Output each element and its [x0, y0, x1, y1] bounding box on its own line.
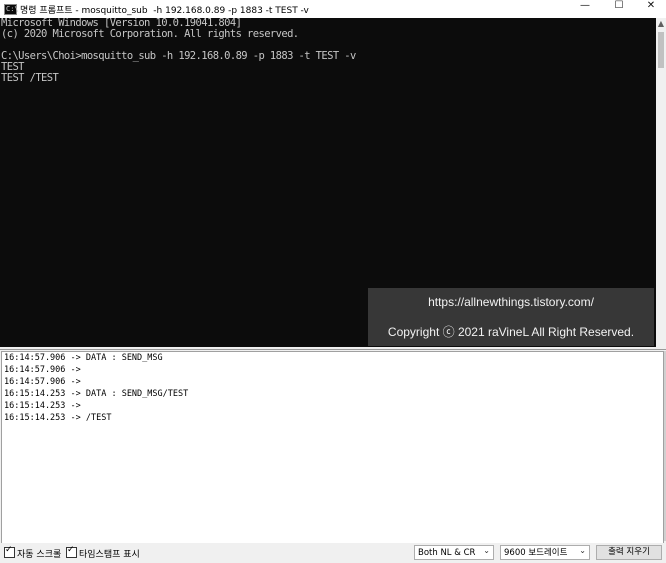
serial-output[interactable]: 16:14:57.906 -> DATA : SEND_MSG 16:14:57… [1, 351, 664, 544]
window-title: 명령 프롬프트 - mosquitto_sub -h 192.168.0.89 … [20, 6, 309, 16]
watermark-copyright: Copyright ⓒ 2021 raVineL All Right Reser… [387, 325, 635, 339]
line-ending-select[interactable]: Both NL & CR ⌄ [414, 545, 494, 560]
console-scrollbar[interactable]: ▲ [656, 18, 666, 347]
checkbox-checked-icon[interactable] [4, 545, 15, 558]
console-line: TEST [1, 61, 24, 73]
serial-line: 16:15:14.253 -> /TEST [4, 413, 112, 423]
console-line: C:\Users\Choi>mosquitto_sub -h 192.168.0… [1, 50, 356, 62]
checkbox-checked-icon[interactable] [66, 545, 77, 558]
serial-toolbar: 자동 스크롤 타임스탬프 표시 Both NL & CR ⌄ 9600 보드레이… [0, 543, 666, 562]
serial-line: 16:14:57.906 -> DATA : SEND_MSG [4, 353, 163, 363]
serial-line: 16:15:14.253 -> [4, 401, 81, 411]
scrollbar-thumb[interactable] [658, 32, 664, 68]
console-line: (c) 2020 Microsoft Corporation. All righ… [1, 28, 299, 40]
autoscroll-label: 자동 스크롤 [17, 550, 62, 560]
timestamp-checkbox[interactable]: 타임스탬프 표시 [66, 545, 140, 560]
watermark-url: https://allnewthings.tistory.com/ [428, 295, 594, 309]
console-line: TEST /TEST [1, 72, 59, 84]
scroll-up-icon[interactable]: ▲ [656, 18, 666, 30]
title-bar: C:\ 명령 프롬프트 - mosquitto_sub -h 192.168.0… [0, 0, 666, 19]
minimize-button[interactable]: — [570, 0, 600, 18]
serial-line: 16:14:57.906 -> [4, 365, 81, 375]
maximize-button[interactable]: ☐ [604, 0, 634, 18]
close-button[interactable]: ✕ [636, 0, 666, 18]
watermark: https://allnewthings.tistory.com/ Copyri… [368, 288, 654, 346]
serial-line: 16:14:57.906 -> [4, 377, 81, 387]
command-prompt-icon: C:\ [4, 4, 19, 15]
clear-output-button[interactable]: 출력 지우기 [596, 545, 662, 560]
baud-rate-value: 9600 보드레이트 [504, 548, 568, 558]
line-ending-value: Both NL & CR [418, 548, 476, 558]
baud-rate-select[interactable]: 9600 보드레이트 ⌄ [500, 545, 590, 560]
serial-line: 16:15:14.253 -> DATA : SEND_MSG/TEST [4, 389, 189, 399]
autoscroll-checkbox[interactable]: 자동 스크롤 [4, 545, 62, 560]
chevron-down-icon: ⌄ [483, 546, 490, 555]
chevron-down-icon: ⌄ [579, 546, 586, 555]
timestamp-label: 타임스탬프 표시 [79, 550, 140, 560]
